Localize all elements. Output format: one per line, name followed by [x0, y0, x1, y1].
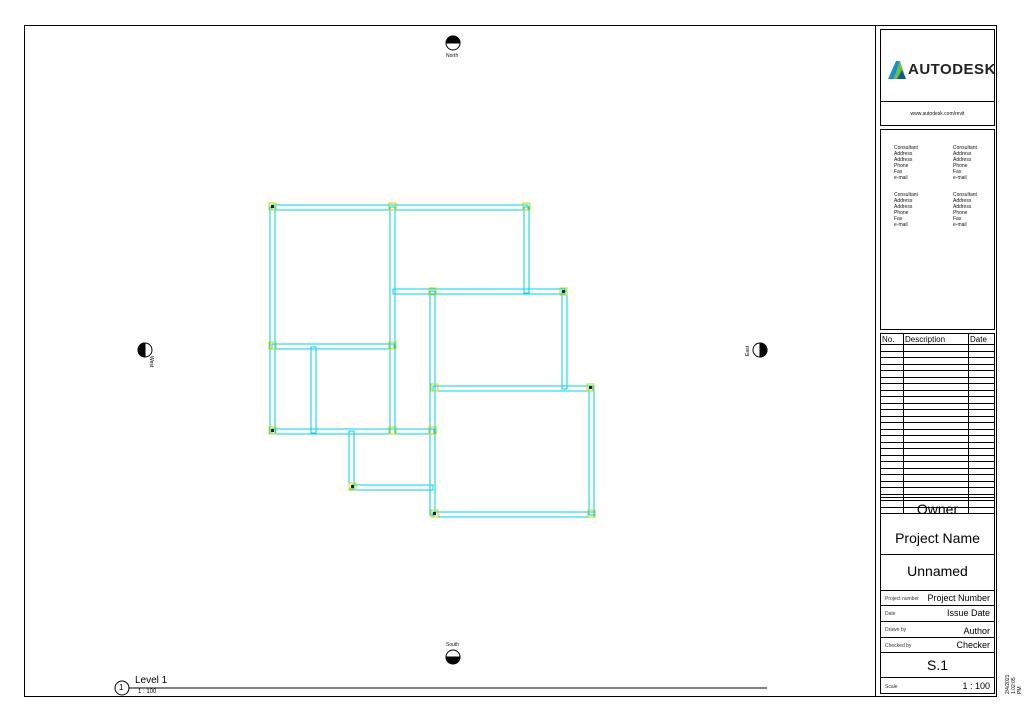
project-number: Project Number [927, 593, 990, 603]
sheet-number-row: S.1 [880, 652, 995, 678]
autodesk-logo-icon [888, 61, 906, 79]
owner: Owner [916, 501, 959, 517]
west-label: West [148, 356, 154, 368]
beams [269, 204, 595, 518]
logo-text: AUTODESK [908, 61, 996, 78]
beam [588, 387, 595, 516]
logo-box: AUTODESK www.autodesk.com/revit [880, 29, 995, 126]
north-label: North [446, 53, 459, 59]
consultant-3: Consultant Address Address Phone Fax e-m… [894, 192, 918, 228]
beam [351, 484, 434, 491]
scale-row: Scale 1 : 100 [880, 677, 995, 694]
date-row: Date Issue Date [880, 605, 995, 622]
beam [310, 346, 317, 434]
column-cores [271, 205, 592, 515]
elevation-marker-west [137, 342, 153, 358]
south-label: South [446, 642, 460, 648]
scale-label: Scale [885, 684, 898, 690]
east-label: East [745, 345, 751, 356]
beam [432, 385, 594, 392]
consultant-4: Consultant Address Address Phone Fax e-m… [953, 192, 977, 228]
issue-date: Issue Date [946, 608, 990, 618]
view-scale: 1 : 100 [138, 689, 157, 695]
beam [269, 206, 276, 435]
elevation-marker-north [445, 35, 461, 51]
consultant-1: Consultant Address Address Phone Fax e-m… [894, 145, 918, 181]
view-title: Level 1 [135, 675, 168, 686]
checked-by-label: Checked by [885, 643, 912, 649]
sheet-name: Unnamed [907, 563, 968, 579]
revision-description-header: Description [903, 333, 969, 345]
beam [429, 290, 436, 516]
project-info-box: Owner Project Name Unnamed [880, 497, 995, 591]
drawn-by-label: Drawn by [885, 627, 907, 633]
print-timestamp: 2/4/2021 1:02:05 PM [1005, 674, 1023, 694]
beam [389, 206, 396, 435]
drawn-by-row: Drawn by Author [880, 621, 995, 638]
beam [271, 204, 529, 211]
beam [271, 343, 395, 350]
consultants-box: Consultant Address Address Phone Fax e-m… [880, 129, 995, 330]
checked-by: Checker [956, 640, 990, 650]
beam [561, 290, 568, 390]
beam [392, 288, 566, 295]
revision-table: No. Description Date [880, 333, 995, 514]
elevation-marker-east [752, 342, 768, 358]
consultant-2: Consultant Address Address Phone Fax e-m… [953, 145, 977, 181]
project-name: Project Name [895, 530, 980, 546]
checked-by-row: Checked by Checker [880, 637, 995, 653]
beam [432, 511, 595, 518]
columns [268, 202, 596, 518]
project-number-row: Project number Project Number [880, 590, 995, 606]
scale-value: 1 : 100 [962, 681, 990, 691]
drawn-by: Author [963, 626, 990, 636]
logo-url: www.autodesk.com/revit [910, 111, 965, 117]
elevation-marker-south [445, 649, 461, 665]
date-label: Date [885, 611, 896, 617]
sheet-number: S.1 [926, 657, 948, 673]
revision-no-header: No. [880, 333, 904, 345]
project-number-label: Project number [885, 596, 919, 602]
revision-date-header: Date [968, 333, 995, 345]
beam [348, 430, 355, 490]
view-number: 1 [119, 683, 124, 692]
beam [523, 206, 530, 294]
